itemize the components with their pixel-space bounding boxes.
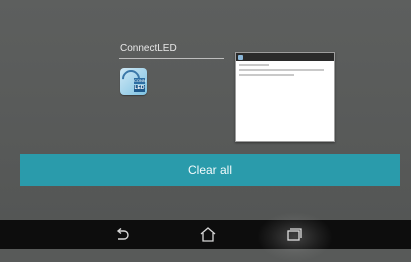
home-icon [200,227,216,242]
thumbnail-line [239,74,294,76]
icon-badge-bottom: LED [134,85,145,92]
back-icon [116,227,129,240]
back-button[interactable] [102,220,142,249]
home-button[interactable] [188,220,228,249]
thumbnail-line [239,69,324,71]
thumbnail-titlebar [236,53,334,61]
title-divider [119,58,224,59]
recents-icon [287,228,302,241]
thumbnail-line [239,64,269,66]
recent-apps-screen [0,0,411,220]
app-thumbnail[interactable] [235,52,335,142]
app-title: ConnectLED [120,43,177,54]
clear-all-button[interactable]: Clear all [20,154,400,186]
icon-badge-top: CONN [134,78,146,84]
navigation-bar [0,220,411,249]
thumbnail-app-icon [238,54,243,60]
recents-button[interactable] [274,220,314,249]
connectled-app-icon[interactable]: CONN LED [120,68,147,95]
